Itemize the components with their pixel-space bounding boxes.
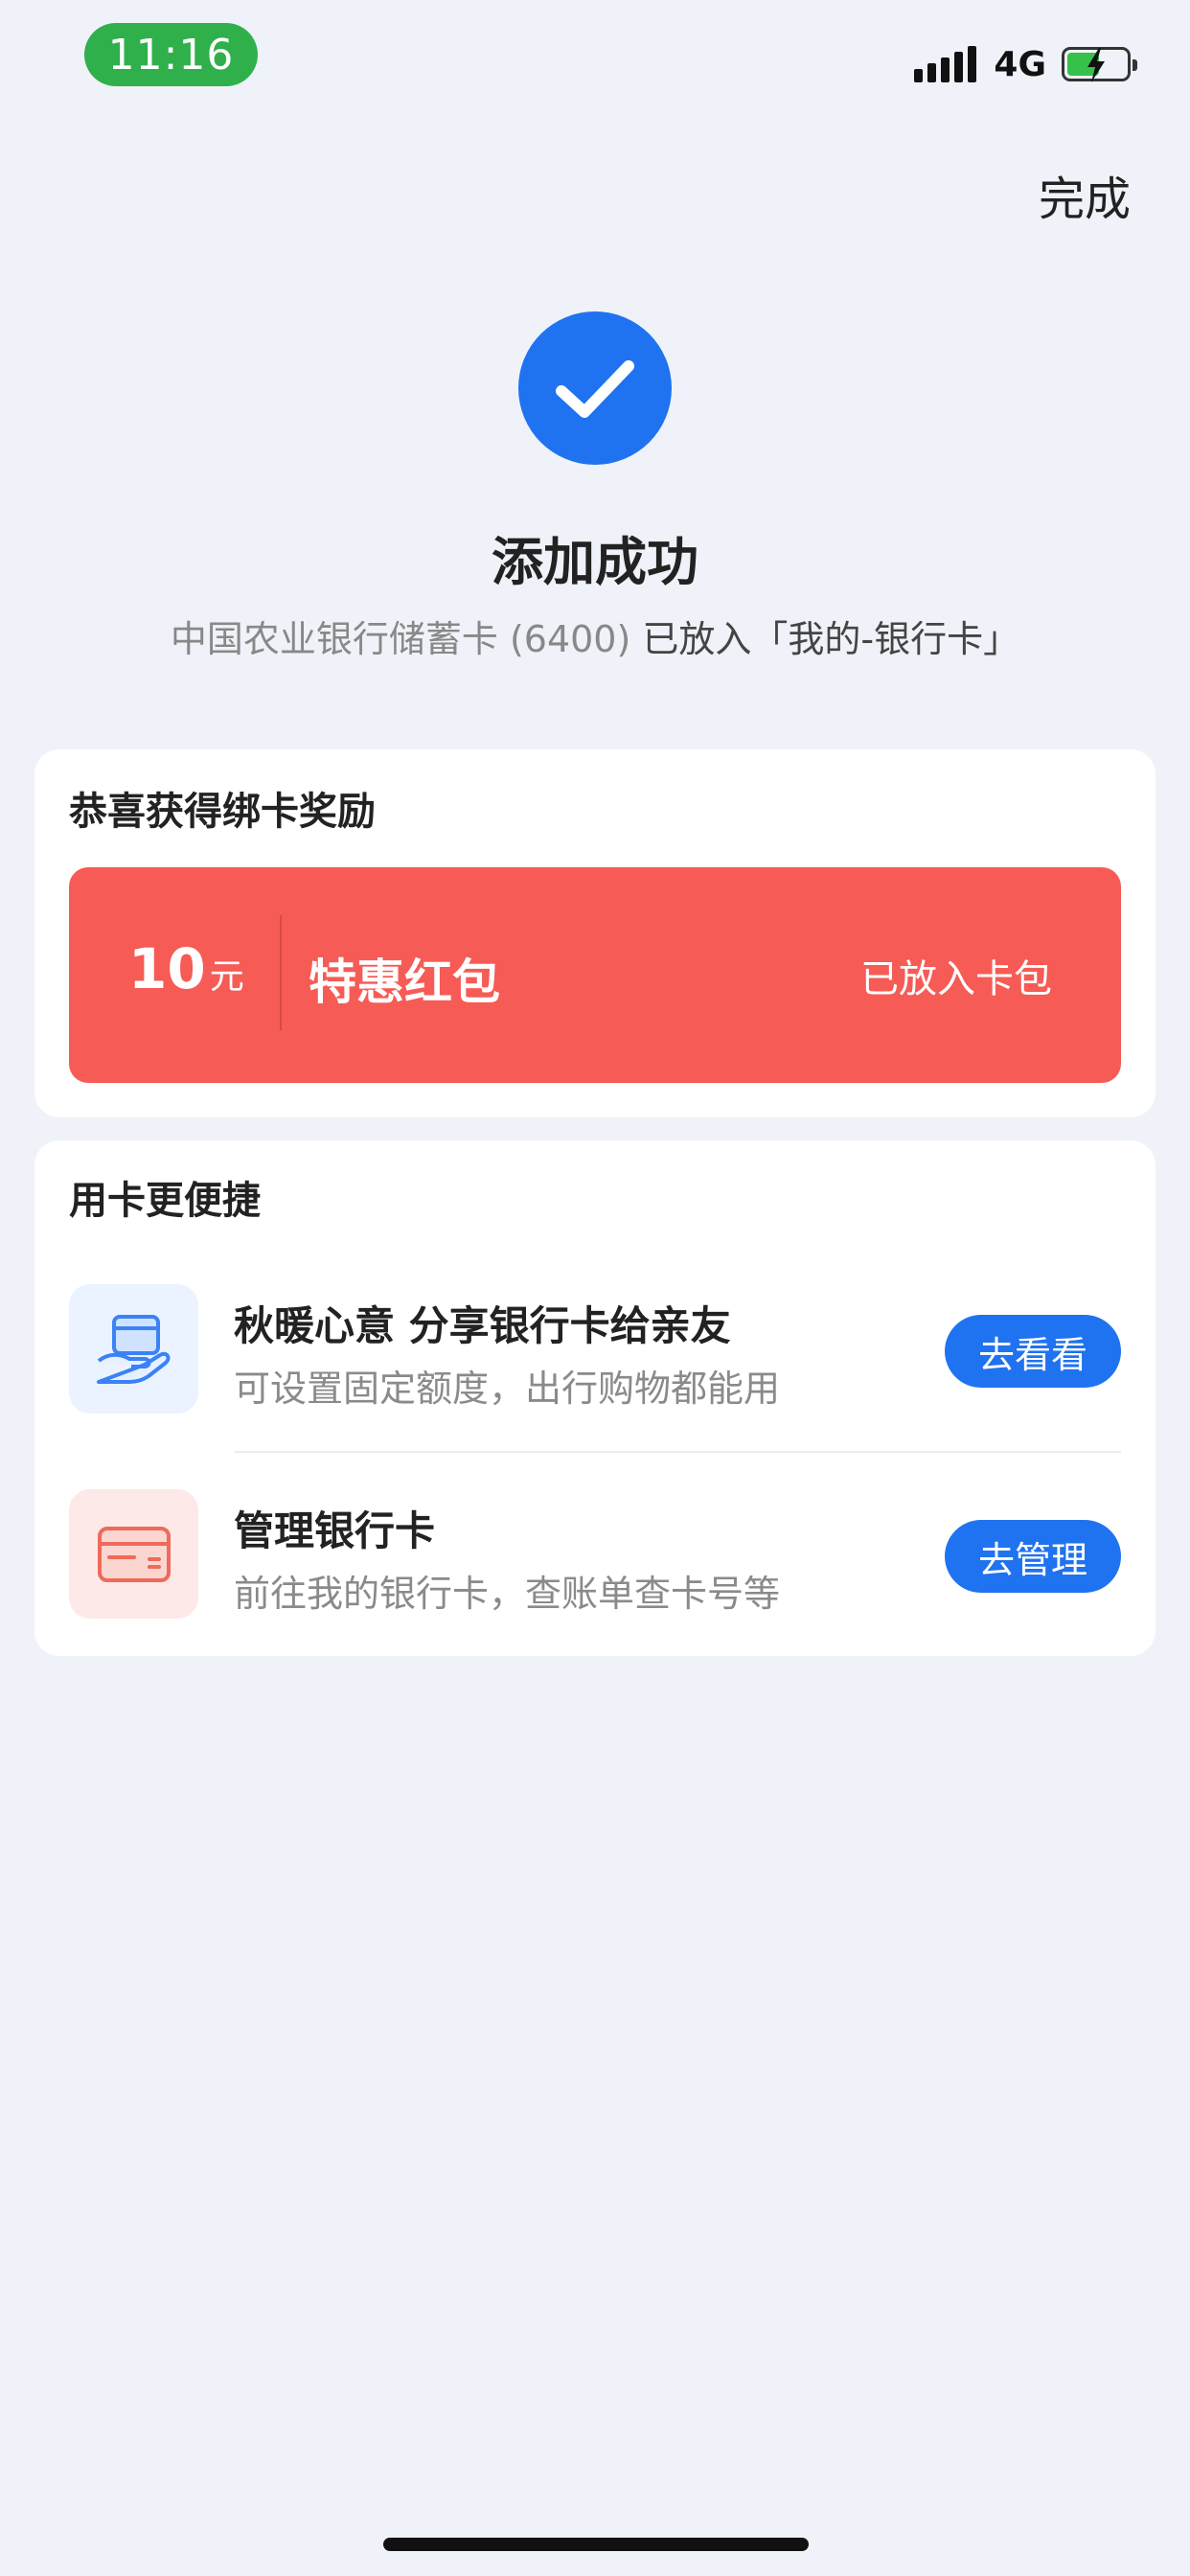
network-type: 4G	[994, 44, 1046, 84]
red-packet-amount: 10 元	[128, 936, 244, 1001]
placed-text: 已放入「我的-银行卡」	[642, 618, 1020, 660]
list-item-manage-card[interactable]: 管理银行卡 前往我的银行卡，查账单查卡号等 去管理	[34, 1470, 1156, 1623]
list-item-share-card[interactable]: 秋暖心意 分享银行卡给亲友 可设置固定额度，出行购物都能用 去看看	[34, 1265, 1156, 1418]
bank-card-icon	[69, 1489, 198, 1619]
card-info: 中国农业银行储蓄卡 (6400)	[170, 618, 631, 660]
share-card-hand-icon	[69, 1284, 198, 1414]
convenience-card: 用卡更便捷 秋暖心意 分享银行卡给亲友 可设置固定额度，出行购物都能用 去看看	[34, 1140, 1156, 1656]
success-check-icon	[518, 311, 672, 465]
view-button[interactable]: 去看看	[945, 1315, 1121, 1388]
manage-button[interactable]: 去管理	[945, 1520, 1121, 1593]
red-packet-status: 已放入卡包	[860, 957, 1052, 1001]
share-card-title: 秋暖心意 分享银行卡给亲友	[234, 1302, 731, 1349]
list-divider	[234, 1451, 1121, 1453]
done-button[interactable]: 完成	[1039, 161, 1131, 228]
status-time: 11:16	[84, 23, 258, 86]
signal-icon	[914, 46, 977, 82]
amount-unit: 元	[209, 957, 244, 997]
amount-value: 10	[128, 936, 206, 1001]
home-indicator[interactable]	[383, 2538, 809, 2551]
convenience-card-title: 用卡更便捷	[69, 1179, 261, 1223]
share-card-desc: 可设置固定额度，出行购物都能用	[234, 1368, 781, 1410]
success-subtitle: 中国农业银行储蓄卡 (6400) 已放入「我的-银行卡」	[0, 610, 1190, 662]
manage-card-desc: 前往我的银行卡，查账单查卡号等	[234, 1573, 781, 1615]
banner-divider	[280, 915, 282, 1030]
battery-icon	[1062, 47, 1137, 82]
status-indicators: 4G	[914, 40, 1137, 88]
manage-card-title: 管理银行卡	[234, 1507, 436, 1554]
red-packet-banner[interactable]: 10 元 特惠红包 已放入卡包	[69, 867, 1121, 1083]
reward-card: 恭喜获得绑卡奖励 10 元 特惠红包 已放入卡包	[34, 749, 1156, 1117]
reward-card-title: 恭喜获得绑卡奖励	[69, 790, 376, 834]
success-title: 添加成功	[492, 532, 698, 592]
screen: 11:16 4G 完成 添加成功 中国农业银行储蓄卡 (6400) 已放入「我的…	[0, 0, 1190, 2576]
red-packet-name: 特惠红包	[309, 954, 500, 1010]
